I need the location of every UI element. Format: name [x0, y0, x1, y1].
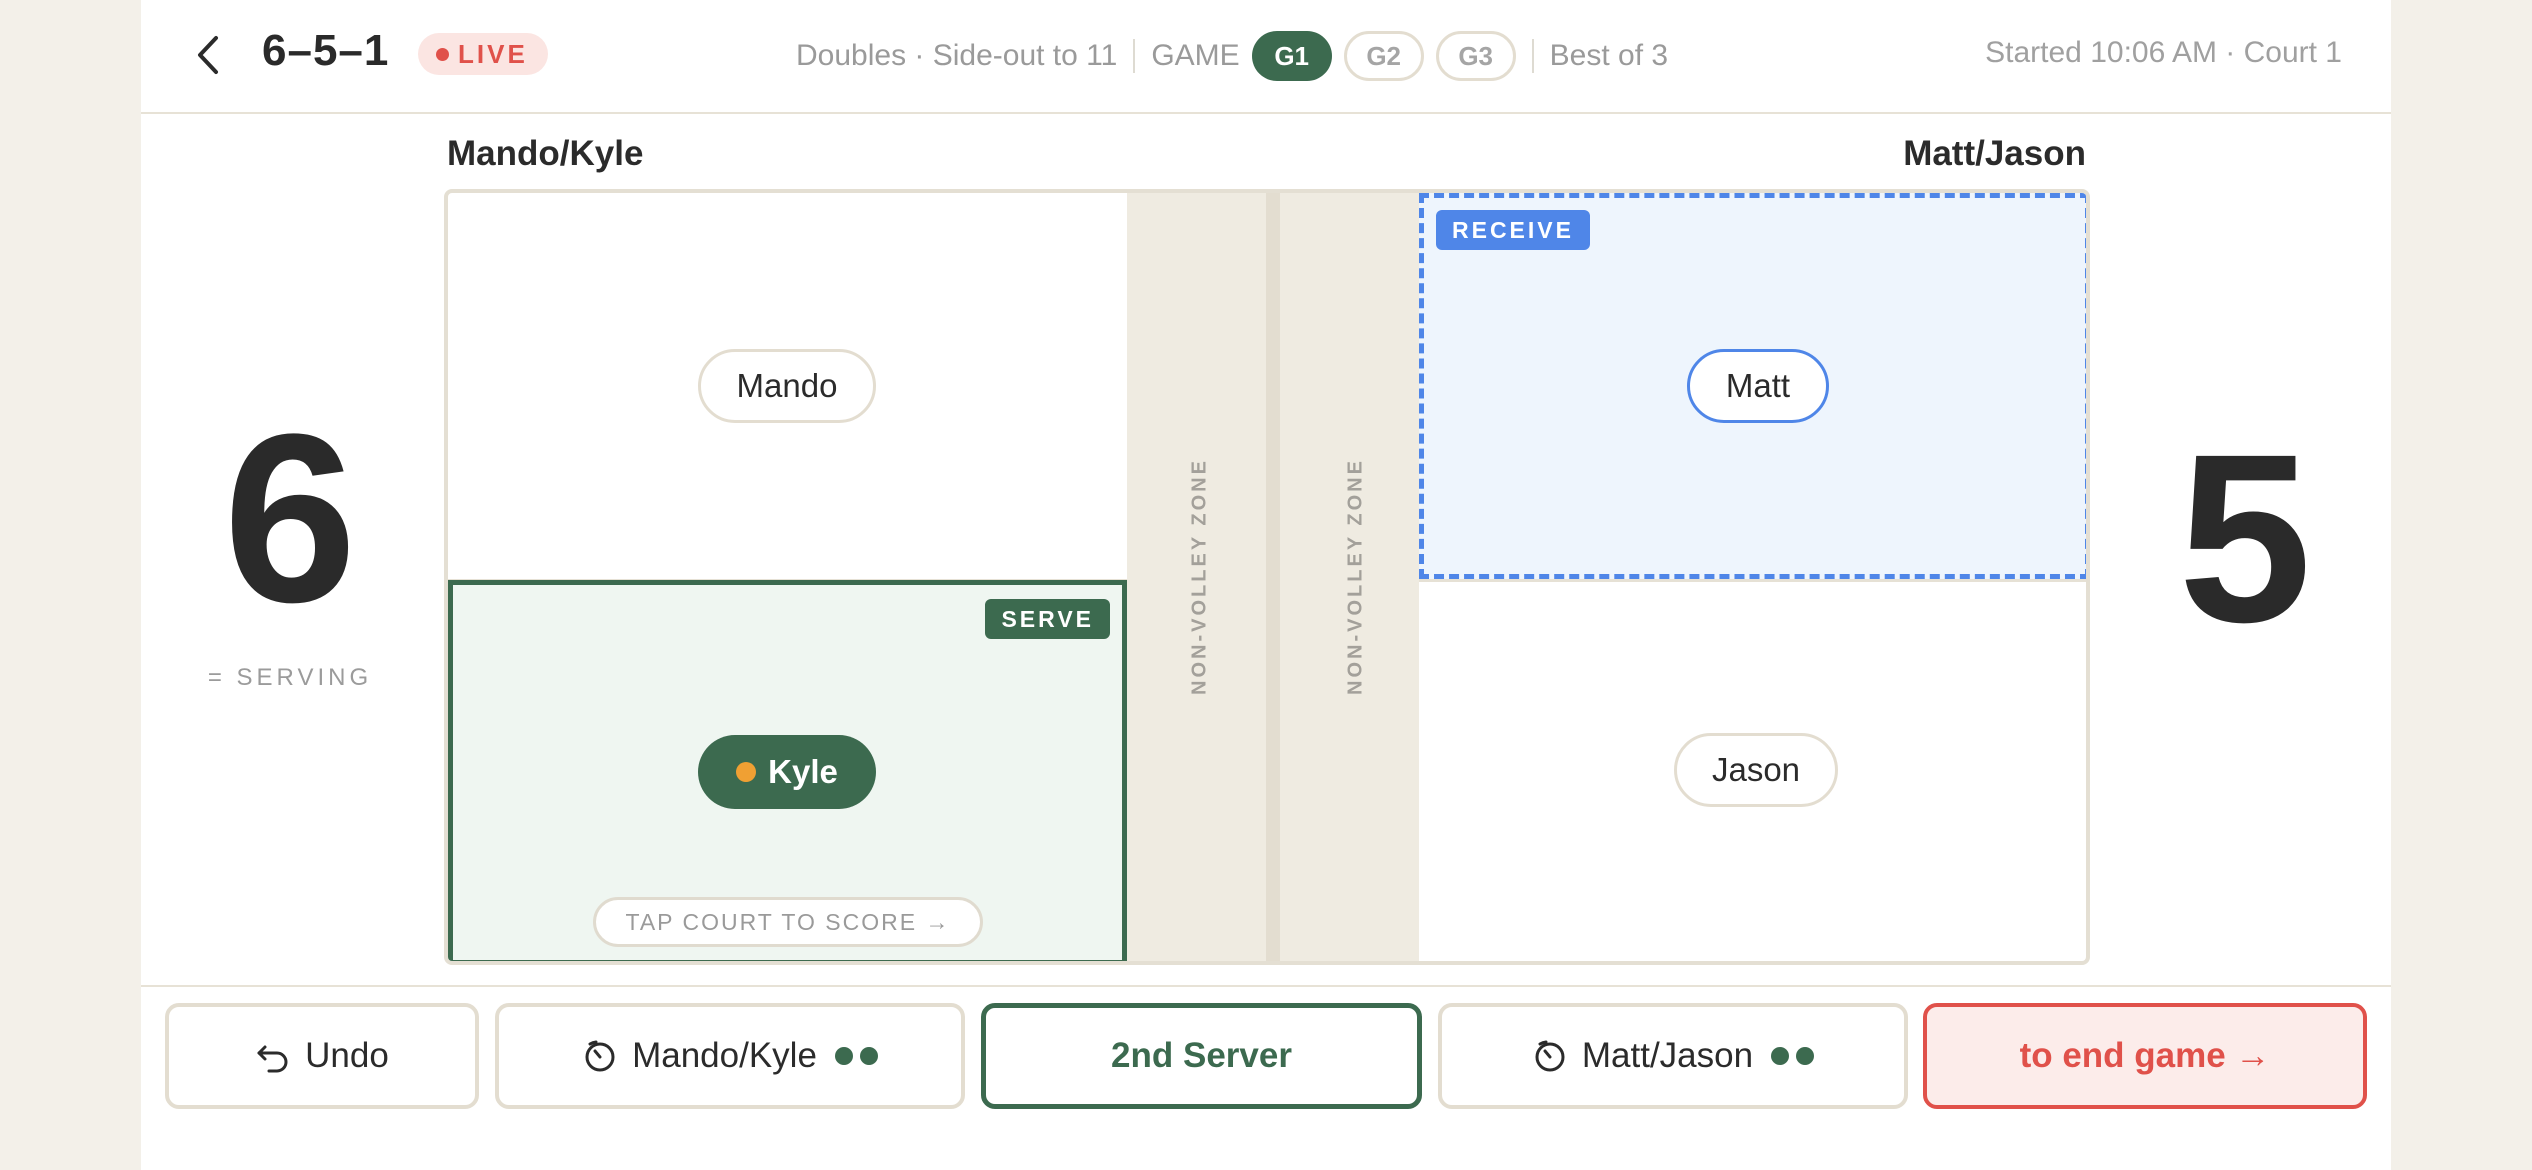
pickleball-court[interactable]: NON-VOLLEY ZONE NON-VOLLEY ZONE Mando SE…: [444, 189, 2090, 965]
nvz-label-right: NON-VOLLEY ZONE: [1344, 458, 1367, 695]
divider: [1133, 39, 1136, 73]
serve-tag: SERVE: [985, 599, 1110, 639]
receive-tag: RECEIVE: [1436, 210, 1590, 250]
timeouts-remaining-right: [1771, 1047, 1815, 1065]
timeout-dot-icon: [1796, 1047, 1815, 1065]
game-tab-g2[interactable]: G2: [1343, 31, 1424, 81]
chevron-left-icon: [198, 36, 218, 74]
serving-indicator: = SERVING: [207, 664, 373, 691]
header-divider: [141, 112, 2391, 114]
divider: [1531, 39, 1534, 73]
live-dot-icon: [436, 47, 449, 61]
match-info: Started 10:06 AM · Court 1: [1985, 36, 2342, 69]
timeout-right-label: Matt/Jason: [1581, 1036, 1754, 1075]
timer-icon: [1535, 1040, 1565, 1072]
court-cell-right-bottom[interactable]: Jason: [1419, 582, 2086, 961]
live-badge: LIVE: [418, 33, 548, 75]
end-game-button[interactable]: to end game →: [1923, 1003, 2367, 1109]
undo-button[interactable]: Undo: [165, 1003, 479, 1109]
timeout-dot-icon: [1771, 1047, 1790, 1065]
game-label: GAME: [1151, 39, 1240, 72]
format-label: Doubles · Side-out to 11: [796, 39, 1118, 72]
court-cell-left-top[interactable]: Mando: [448, 193, 1127, 579]
score-left: 6: [223, 384, 357, 652]
court-cell-left-bottom-serve[interactable]: SERVE Kyle TAP COURT TO SCORE →: [448, 580, 1127, 961]
court-cell-right-top-receive[interactable]: RECEIVE Matt: [1419, 193, 2086, 579]
nvz-label-left: NON-VOLLEY ZONE: [1188, 458, 1211, 695]
score-right: 5: [2178, 404, 2312, 672]
player-name: Kyle: [768, 753, 838, 790]
server-dot-icon: [736, 762, 757, 782]
tap-court-hint[interactable]: TAP COURT TO SCORE →: [593, 897, 983, 947]
player-pill-mando[interactable]: Mando: [698, 349, 876, 423]
timeout-dot-icon: [834, 1047, 853, 1065]
series-label: Best of 3: [1549, 39, 1669, 72]
timeout-dot-icon: [859, 1047, 878, 1065]
second-server-button[interactable]: 2nd Server: [981, 1003, 1422, 1109]
timer-icon: [585, 1040, 615, 1072]
back-button[interactable]: [188, 30, 228, 80]
undo-label: Undo: [305, 1036, 389, 1075]
live-label: LIVE: [458, 38, 528, 69]
timeout-right-button[interactable]: Matt/Jason: [1438, 1003, 1908, 1109]
undo-icon: [257, 1045, 288, 1073]
player-pill-kyle[interactable]: Kyle: [698, 735, 876, 809]
game-meta: Doubles · Side-out to 11 GAME G1 G2 G3 B…: [796, 31, 1669, 81]
team-name-right: Matt/Jason: [1903, 134, 2086, 173]
timeout-left-button[interactable]: Mando/Kyle: [495, 1003, 965, 1109]
net: [1266, 193, 1280, 961]
timeout-left-label: Mando/Kyle: [632, 1036, 817, 1075]
footer-divider: [141, 985, 2391, 987]
match-score-title: 6–5–1: [262, 26, 390, 75]
player-pill-matt[interactable]: Matt: [1687, 349, 1829, 423]
game-tab-g3[interactable]: G3: [1435, 31, 1516, 81]
timeouts-remaining-left: [834, 1047, 878, 1065]
team-name-left: Mando/Kyle: [447, 134, 644, 173]
game-tab-g1[interactable]: G1: [1251, 31, 1332, 81]
player-pill-jason[interactable]: Jason: [1674, 733, 1838, 807]
